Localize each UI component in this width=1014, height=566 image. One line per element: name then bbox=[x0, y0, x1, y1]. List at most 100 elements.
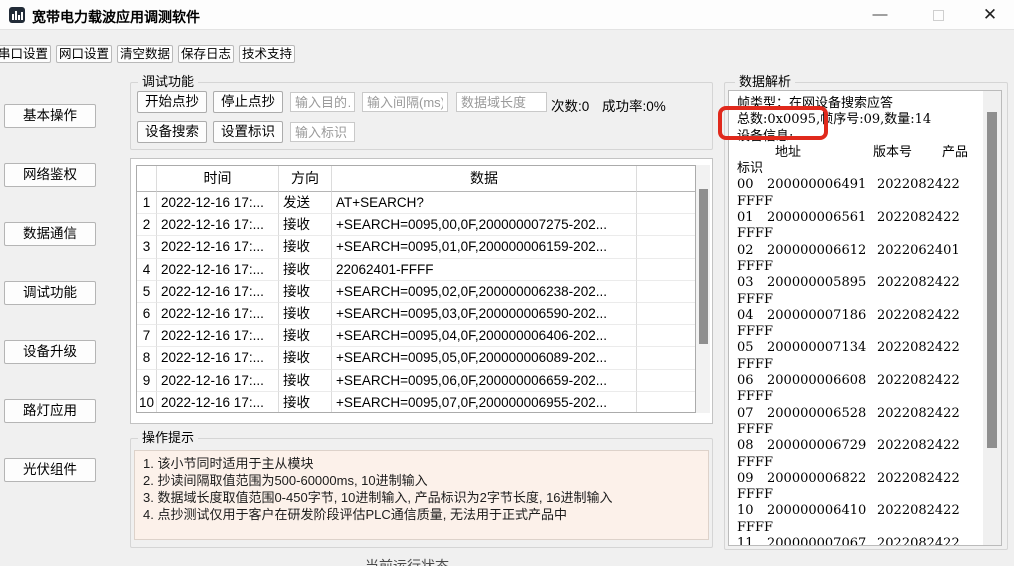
id-input[interactable] bbox=[290, 122, 355, 142]
cell-filler bbox=[637, 214, 695, 236]
device-product-id: FFFF bbox=[737, 292, 985, 308]
cell-time: 2022-12-16 17:... bbox=[157, 347, 279, 369]
device-index: 11 bbox=[737, 536, 767, 546]
cell-data: +SEARCH=0095,01,0F,200000006159-202... bbox=[332, 236, 637, 258]
success-rate-label: 成功率:0% bbox=[602, 95, 666, 115]
parse-result-list[interactable]: 帧类型：在网设备搜索应答总数:0x0095,帧序号:09,数量:14设备信息:地… bbox=[728, 90, 1002, 546]
cell-row-number: 3 bbox=[137, 236, 157, 258]
device-product-id: FFFF bbox=[737, 487, 985, 503]
dest-address-input[interactable] bbox=[290, 92, 355, 112]
menu-item-3[interactable]: 清空数据 bbox=[117, 45, 173, 63]
device-version: 2022082422 bbox=[877, 373, 960, 388]
sidebar-item-1[interactable]: 基本操作 bbox=[4, 104, 96, 128]
table-row[interactable]: 82022-12-16 17:...接收+SEARCH=0095,05,0F,2… bbox=[137, 347, 695, 369]
table-row[interactable]: 32022-12-16 17:...接收+SEARCH=0095,01,0F,2… bbox=[137, 236, 695, 258]
table-row[interactable]: 62022-12-16 17:...接收+SEARCH=0095,03,0F,2… bbox=[137, 303, 695, 325]
annotation-red-box bbox=[718, 106, 828, 140]
set-id-button[interactable]: 设置标识 bbox=[213, 121, 283, 143]
cell-time: 2022-12-16 17:... bbox=[157, 214, 279, 236]
device-version: 2022082422 bbox=[877, 210, 960, 225]
cell-data: +SEARCH=0095,06,0F,200000006659-202... bbox=[332, 370, 637, 392]
sidebar-item-4[interactable]: 调试功能 bbox=[4, 281, 96, 305]
sidebar-item-7[interactable]: 光伏组件 bbox=[4, 458, 96, 482]
device-address: 200000006491 bbox=[767, 177, 877, 193]
device-row: 002000000064912022082422 bbox=[737, 177, 985, 193]
cell-direction: 接收 bbox=[279, 236, 332, 258]
maximize-icon bbox=[933, 10, 944, 21]
cell-direction: 接收 bbox=[279, 214, 332, 236]
device-address: 200000006528 bbox=[767, 406, 877, 422]
table-row[interactable]: 72022-12-16 17:...接收+SEARCH=0095,04,0F,2… bbox=[137, 325, 695, 347]
device-search-button[interactable]: 设备搜索 bbox=[137, 121, 207, 143]
table-scrollbar-thumb[interactable] bbox=[699, 189, 708, 344]
cell-direction: 接收 bbox=[279, 303, 332, 325]
sidebar-item-2[interactable]: 网络鉴权 bbox=[4, 163, 96, 187]
table-row[interactable]: 92022-12-16 17:...接收+SEARCH=0095,06,0F,2… bbox=[137, 370, 695, 392]
device-address: 200000006561 bbox=[767, 210, 877, 226]
stop-copy-button[interactable]: 停止点抄 bbox=[213, 91, 283, 113]
device-version: 2022082422 bbox=[877, 406, 960, 421]
device-row: 062000000066082022082422 bbox=[737, 373, 985, 389]
maximize-button[interactable] bbox=[920, 0, 956, 30]
cell-data: +SEARCH=0095,02,0F,200000006238-202... bbox=[332, 281, 637, 303]
header-direction: 方向 bbox=[279, 166, 332, 192]
device-index: 03 bbox=[737, 275, 767, 291]
device-version: 2022082422 bbox=[877, 275, 960, 290]
tip-line-4: 4. 点抄测试仅用于客户在研发阶段评估PLC通信质量, 无法用于正式产品中 bbox=[143, 506, 613, 523]
menu-item-4[interactable]: 保存日志 bbox=[178, 45, 234, 63]
table-row[interactable]: 22022-12-16 17:...接收+SEARCH=0095,00,0F,2… bbox=[137, 214, 695, 236]
device-address: 200000007134 bbox=[767, 340, 877, 356]
device-address: 200000007067 bbox=[767, 536, 877, 546]
table-row[interactable]: 102022-12-16 17:...接收+SEARCH=0095,07,0F,… bbox=[137, 392, 695, 413]
tips-panel-title: 操作提示 bbox=[138, 431, 198, 445]
device-product-id: FFFF bbox=[737, 324, 985, 340]
tips-box: 1. 该小节同时适用于主从模块2. 抄读间隔取值范围为500-60000ms, … bbox=[134, 450, 709, 540]
table-row[interactable]: 52022-12-16 17:...接收+SEARCH=0095,02,0F,2… bbox=[137, 281, 695, 303]
device-version: 2022082422 bbox=[877, 471, 960, 486]
device-version: 2022082422 bbox=[877, 536, 960, 546]
device-product-id: FFFF bbox=[737, 226, 985, 242]
menu-item-1[interactable]: 串口设置 bbox=[0, 45, 51, 63]
title-bar: 宽带电力载波应用调测软件 — ✕ bbox=[0, 0, 1014, 30]
cell-filler bbox=[637, 192, 695, 214]
close-button[interactable]: ✕ bbox=[972, 0, 1008, 30]
sidebar-item-3[interactable]: 数据通信 bbox=[4, 222, 96, 246]
device-index: 02 bbox=[737, 243, 767, 259]
cell-time: 2022-12-16 17:... bbox=[157, 392, 279, 413]
device-row: 082000000067292022082422 bbox=[737, 438, 985, 454]
device-address: 200000006822 bbox=[767, 471, 877, 487]
status-text-clipped: 当前运行状态 bbox=[365, 556, 449, 566]
device-address: 200000006612 bbox=[767, 243, 877, 259]
cell-filler bbox=[637, 281, 695, 303]
sidebar-item-6[interactable]: 路灯应用 bbox=[4, 399, 96, 423]
menu-bar: 串口设置网口设置清空数据保存日志技术支持 bbox=[0, 45, 295, 63]
sidebar-item-5[interactable]: 设备升级 bbox=[4, 340, 96, 364]
start-copy-button[interactable]: 开始点抄 bbox=[137, 91, 207, 113]
cell-direction: 接收 bbox=[279, 347, 332, 369]
cell-filler bbox=[637, 259, 695, 281]
device-index: 05 bbox=[737, 340, 767, 356]
device-row: 112000000070672022082422 bbox=[737, 536, 985, 546]
cell-direction: 发送 bbox=[279, 192, 332, 214]
cell-time: 2022-12-16 17:... bbox=[157, 192, 279, 214]
cell-data: +SEARCH=0095,00,0F,200000007275-202... bbox=[332, 214, 637, 236]
data-length-input[interactable] bbox=[456, 92, 547, 112]
cell-filler bbox=[637, 236, 695, 258]
cell-data: +SEARCH=0095,04,0F,200000006406-202... bbox=[332, 325, 637, 347]
device-address: 200000005895 bbox=[767, 275, 877, 291]
interval-input[interactable] bbox=[362, 92, 448, 112]
table-row[interactable]: 12022-12-16 17:...发送AT+SEARCH? bbox=[137, 192, 695, 214]
parse-scrollbar-thumb[interactable] bbox=[987, 112, 997, 448]
menu-item-2[interactable]: 网口设置 bbox=[56, 45, 112, 63]
device-index: 00 bbox=[737, 177, 767, 193]
device-index: 07 bbox=[737, 406, 767, 422]
device-product-id: FFFF bbox=[737, 389, 985, 405]
parse-panel-title: 数据解析 bbox=[735, 75, 795, 89]
device-version: 2022082422 bbox=[877, 340, 960, 355]
header-version: 版本号 bbox=[873, 145, 912, 160]
minimize-button[interactable]: — bbox=[862, 0, 898, 30]
menu-item-5[interactable]: 技术支持 bbox=[239, 45, 295, 63]
device-version: 2022082422 bbox=[877, 308, 960, 323]
cell-filler bbox=[637, 392, 695, 413]
table-row[interactable]: 42022-12-16 17:...接收22062401-FFFF bbox=[137, 259, 695, 281]
